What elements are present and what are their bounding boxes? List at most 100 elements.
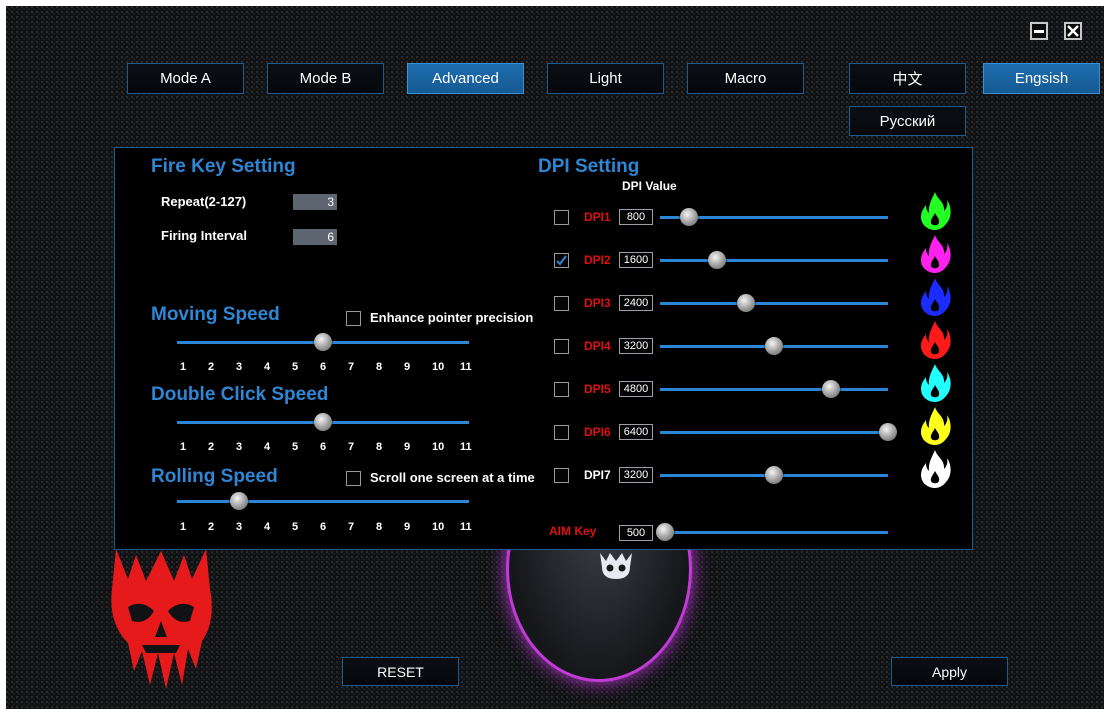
moving-speed-knob[interactable]: [314, 333, 332, 351]
dpi-level-label: DPI2: [584, 253, 611, 267]
enhance-precision-label: Enhance pointer precision: [370, 310, 534, 325]
dpi-value-field[interactable]: 4800: [619, 381, 653, 397]
aim-key-value[interactable]: 500: [619, 525, 653, 541]
dpi-level-label: DPI6: [584, 425, 611, 439]
dpi-checkbox[interactable]: [554, 425, 569, 440]
tick-label: 9: [404, 361, 411, 373]
tick-label: 8: [376, 521, 383, 533]
aim-key-knob[interactable]: [656, 523, 674, 541]
tab-light[interactable]: Light: [547, 63, 664, 94]
dpi-value-field[interactable]: 2400: [619, 295, 653, 311]
enhance-precision-checkbox[interactable]: [346, 311, 361, 326]
tick-label: 10: [432, 361, 445, 373]
firing-interval-label: Firing Interval: [161, 228, 247, 243]
tick-label: 1: [180, 441, 187, 453]
tick-label: 2: [208, 361, 215, 373]
dpi-checkbox[interactable]: [554, 296, 569, 311]
double-click-speed-ticks: 1 2 3 4 5 6 7 8 9 10 11: [180, 441, 488, 453]
flame-icon: [918, 363, 952, 403]
tick-label: 8: [376, 441, 383, 453]
aim-key-track[interactable]: [660, 531, 888, 534]
dpi-value-header: DPI Value: [622, 179, 677, 193]
apply-button[interactable]: Apply: [891, 657, 1008, 686]
dpi-checkbox[interactable]: [554, 468, 569, 483]
tab-mode-b[interactable]: Mode B: [267, 63, 384, 94]
flame-icon: [918, 191, 952, 231]
scroll-screen-label: Scroll one screen at a time: [370, 470, 535, 485]
aim-key-label: AIM Key: [549, 524, 597, 538]
settings-panel: Fire Key Setting Repeat(2-127) 3 Firing …: [114, 147, 973, 550]
flame-icon: [918, 320, 952, 360]
tick-label: 10: [432, 521, 445, 533]
dpi-value-field[interactable]: 3200: [619, 338, 653, 354]
rolling-speed-knob[interactable]: [230, 492, 248, 510]
dpi-value-field[interactable]: 1600: [619, 252, 653, 268]
skull-logo: [106, 549, 216, 689]
dpi-value-field[interactable]: 3200: [619, 467, 653, 483]
tick-label: 8: [376, 361, 383, 373]
dpi-level-label: DPI5: [584, 382, 611, 396]
dpi-checkbox[interactable]: [554, 382, 569, 397]
tick-label: 9: [404, 521, 411, 533]
dpi-slider-knob[interactable]: [822, 380, 840, 398]
tab-advanced[interactable]: Advanced: [407, 63, 524, 94]
firing-interval-input[interactable]: 6: [293, 229, 337, 245]
tick-label: 5: [292, 521, 299, 533]
tick-label: 7: [348, 441, 355, 453]
dpi-slider-track[interactable]: [660, 259, 888, 262]
tick-label: 2: [208, 521, 215, 533]
repeat-label: Repeat(2-127): [161, 194, 247, 209]
tick-label: 3: [236, 521, 243, 533]
fire-key-title: Fire Key Setting: [151, 156, 296, 177]
app-window: Mode A Mode B Advanced Light Macro 中文 En…: [6, 6, 1104, 709]
dpi-checkbox[interactable]: [554, 210, 569, 225]
flame-icon: [918, 449, 952, 489]
dpi-slider-track[interactable]: [660, 431, 888, 434]
tick-label: 6: [320, 361, 327, 373]
moving-speed-title: Moving Speed: [151, 304, 280, 325]
scroll-screen-checkbox[interactable]: [346, 471, 361, 486]
dpi-level-label: DPI3: [584, 296, 611, 310]
dpi-slider-knob[interactable]: [708, 251, 726, 269]
rolling-speed-ticks: 1 2 3 4 5 6 7 8 9 10 11: [180, 521, 488, 533]
dpi-checkbox[interactable]: [554, 253, 569, 268]
dpi-slider-track[interactable]: [660, 388, 888, 391]
dpi-slider-track[interactable]: [660, 302, 888, 305]
tick-label: 9: [404, 441, 411, 453]
tick-label: 3: [236, 361, 243, 373]
repeat-input[interactable]: 3: [293, 194, 337, 210]
dpi-slider-knob[interactable]: [879, 423, 897, 441]
dpi-slider-knob[interactable]: [736, 294, 755, 312]
tick-label: 2: [208, 441, 215, 453]
reset-button[interactable]: RESET: [342, 657, 459, 686]
dpi-value-field[interactable]: 6400: [619, 424, 653, 440]
tick-label: 4: [264, 521, 271, 533]
tick-label: 4: [264, 361, 271, 373]
dpi-level-label: DPI7: [584, 468, 611, 482]
dpi-slider-knob[interactable]: [765, 337, 783, 355]
rolling-speed-track[interactable]: [177, 500, 469, 503]
double-click-speed-title: Double Click Speed: [151, 384, 329, 405]
tab-macro[interactable]: Macro: [687, 63, 804, 94]
tick-label: 10: [432, 441, 445, 453]
double-click-speed-knob[interactable]: [314, 413, 332, 431]
check-icon: [556, 255, 567, 266]
language-english-button[interactable]: Engsish: [983, 63, 1100, 94]
tab-mode-a[interactable]: Mode A: [127, 63, 244, 94]
close-icon[interactable]: [1064, 22, 1082, 40]
tick-label: 1: [180, 521, 187, 533]
dpi-level-label: DPI4: [584, 339, 611, 353]
minimize-icon[interactable]: [1030, 22, 1048, 40]
dpi-checkbox[interactable]: [554, 339, 569, 354]
dpi-value-field[interactable]: 800: [619, 209, 653, 225]
dpi-slider-knob[interactable]: [679, 208, 698, 226]
flame-icon: [918, 406, 952, 446]
tick-label: 5: [292, 361, 299, 373]
tick-label: 5: [292, 441, 299, 453]
small-skull-icon: [596, 551, 636, 581]
language-chinese-button[interactable]: 中文: [849, 63, 966, 94]
tick-label: 7: [348, 361, 355, 373]
tick-label: 7: [348, 521, 355, 533]
dpi-slider-knob[interactable]: [765, 466, 783, 484]
language-russian-button[interactable]: Русский: [849, 106, 966, 136]
